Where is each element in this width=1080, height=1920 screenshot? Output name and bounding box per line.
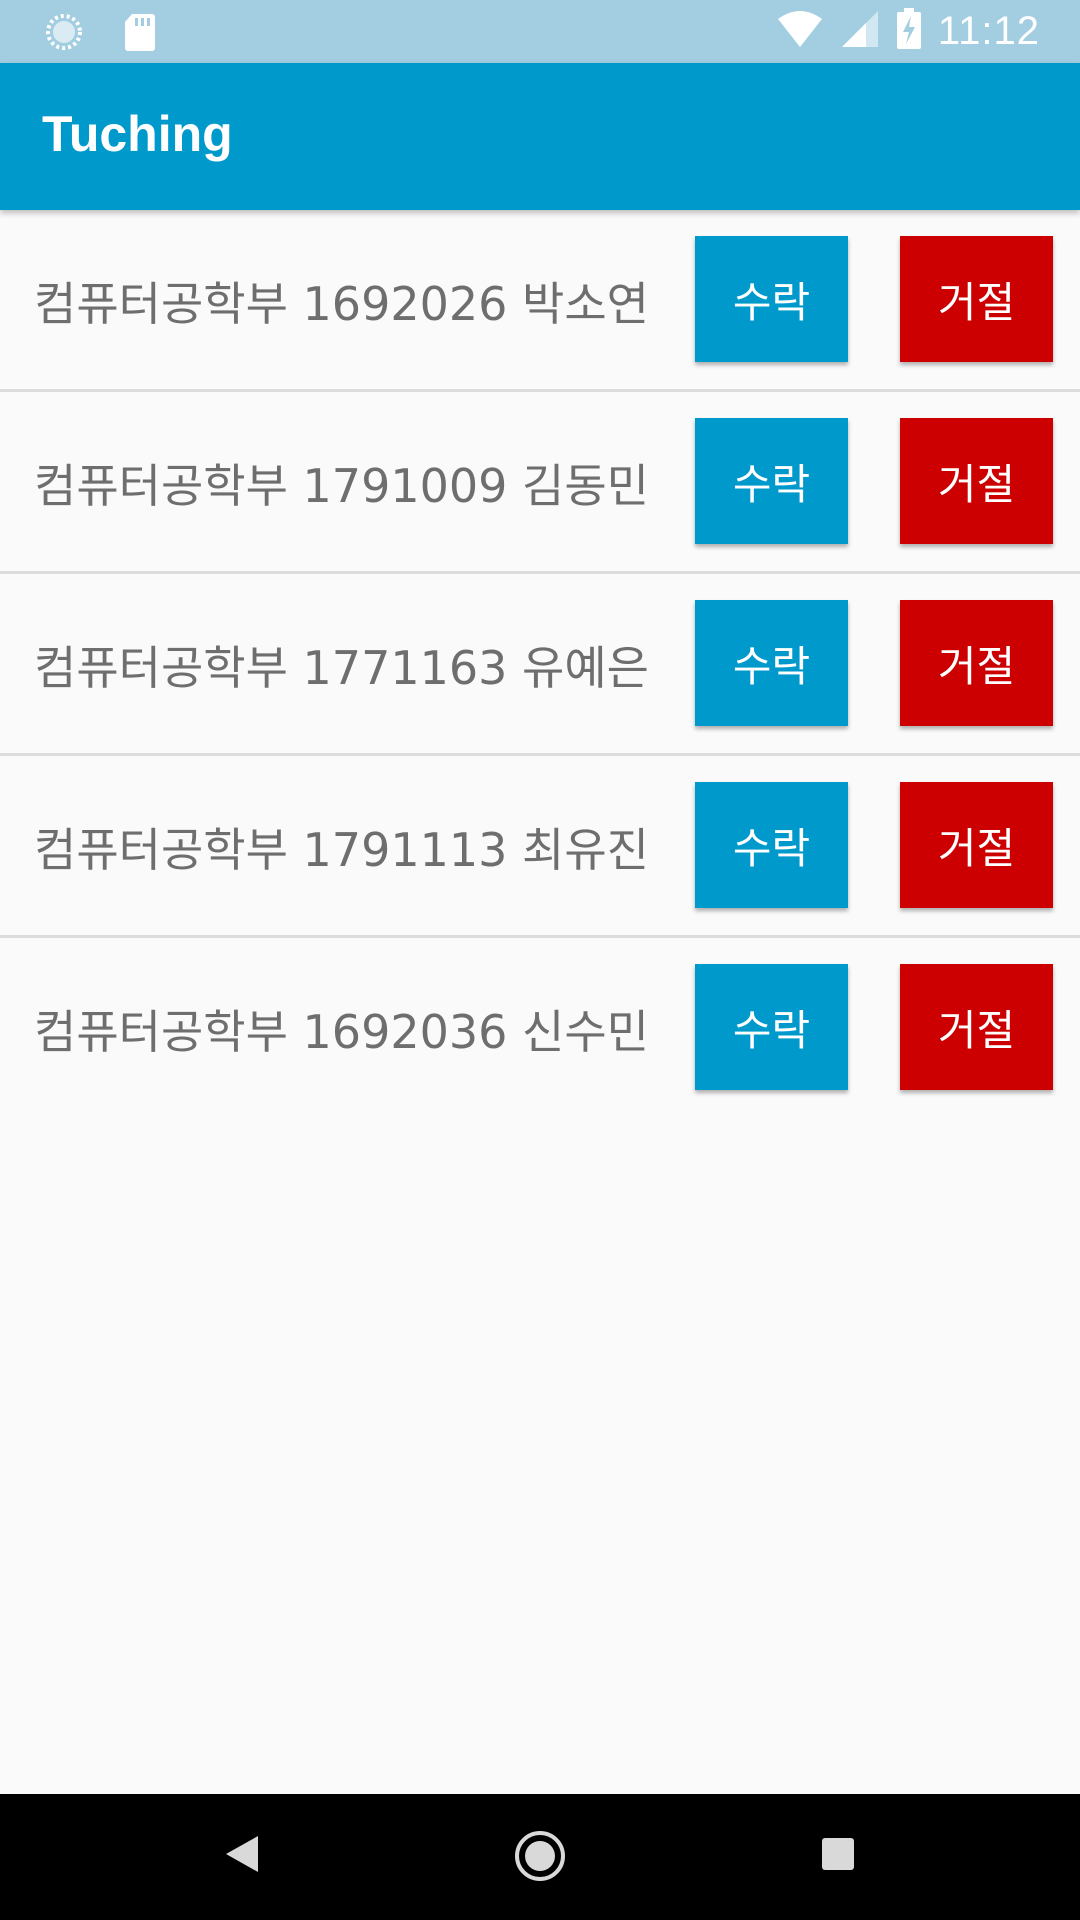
request-text: 컴퓨터공학부 1791009 김동민 <box>34 459 649 513</box>
reject-button[interactable]: 거절 <box>900 418 1053 544</box>
accept-button[interactable]: 수락 <box>695 782 848 908</box>
request-text: 컴퓨터공학부 1692036 신수민 <box>34 1005 649 1059</box>
accept-button[interactable]: 수락 <box>695 964 848 1090</box>
list-item: 컴퓨터공학부 1791113 최유진 수락 거절 <box>0 756 1080 938</box>
sd-card-icon <box>124 12 156 56</box>
status-bar: 11:12 <box>0 0 1080 63</box>
reject-button[interactable]: 거절 <box>900 782 1053 908</box>
reject-button[interactable]: 거절 <box>900 964 1053 1090</box>
wifi-icon <box>776 9 824 53</box>
list-item: 컴퓨터공학부 1791009 김동민 수락 거절 <box>0 392 1080 574</box>
accept-button[interactable]: 수락 <box>695 600 848 726</box>
accept-button[interactable]: 수락 <box>695 418 848 544</box>
loading-circle-icon <box>44 12 84 56</box>
list-item: 컴퓨터공학부 1692026 박소연 수락 거절 <box>0 210 1080 392</box>
accept-button[interactable]: 수락 <box>695 236 848 362</box>
recents-icon[interactable] <box>820 1836 856 1876</box>
home-icon[interactable] <box>512 1828 568 1888</box>
request-text: 컴퓨터공학부 1692026 박소연 <box>34 277 649 331</box>
request-text: 컴퓨터공학부 1771163 유예은 <box>34 641 649 695</box>
battery-charging-icon <box>896 8 922 54</box>
list-item: 컴퓨터공학부 1692036 신수민 수락 거절 <box>0 938 1080 1117</box>
list-item: 컴퓨터공학부 1771163 유예은 수락 거절 <box>0 574 1080 756</box>
status-time: 11:12 <box>937 8 1040 53</box>
reject-button[interactable]: 거절 <box>900 600 1053 726</box>
app-bar: Tuching <box>0 63 1080 210</box>
reject-button[interactable]: 거절 <box>900 236 1053 362</box>
request-text: 컴퓨터공학부 1791113 최유진 <box>34 823 649 877</box>
app-title: Tuching <box>42 106 233 162</box>
back-icon[interactable] <box>222 1832 262 1880</box>
navigation-bar <box>0 1794 1080 1920</box>
request-list: 컴퓨터공학부 1692026 박소연 수락 거절 컴퓨터공학부 1791009 … <box>0 210 1080 1117</box>
cell-signal-icon <box>840 9 880 53</box>
